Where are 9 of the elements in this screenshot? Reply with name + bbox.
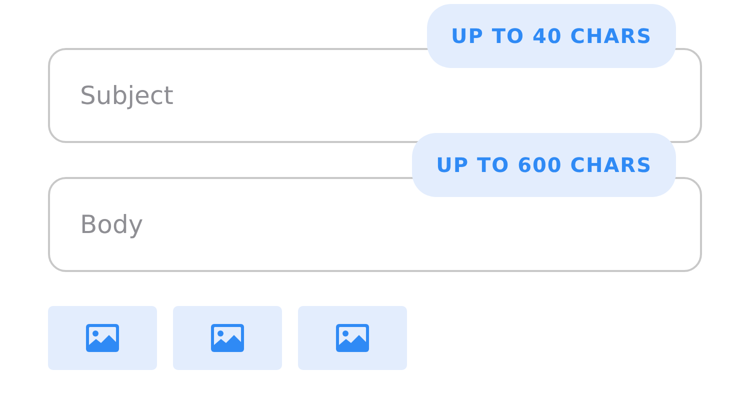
- image-icon: [86, 324, 119, 352]
- input-field[interactable]: Body: [48, 177, 702, 272]
- limit-badge: UP TO 40 CHARS: [427, 4, 676, 68]
- add-image-button[interactable]: [298, 306, 407, 370]
- image-icon: [336, 324, 369, 352]
- add-image-button[interactable]: [173, 306, 282, 370]
- image-icon: [211, 324, 244, 352]
- add-image-button[interactable]: [48, 306, 157, 370]
- limit-badge: UP TO 600 CHARS: [412, 133, 676, 197]
